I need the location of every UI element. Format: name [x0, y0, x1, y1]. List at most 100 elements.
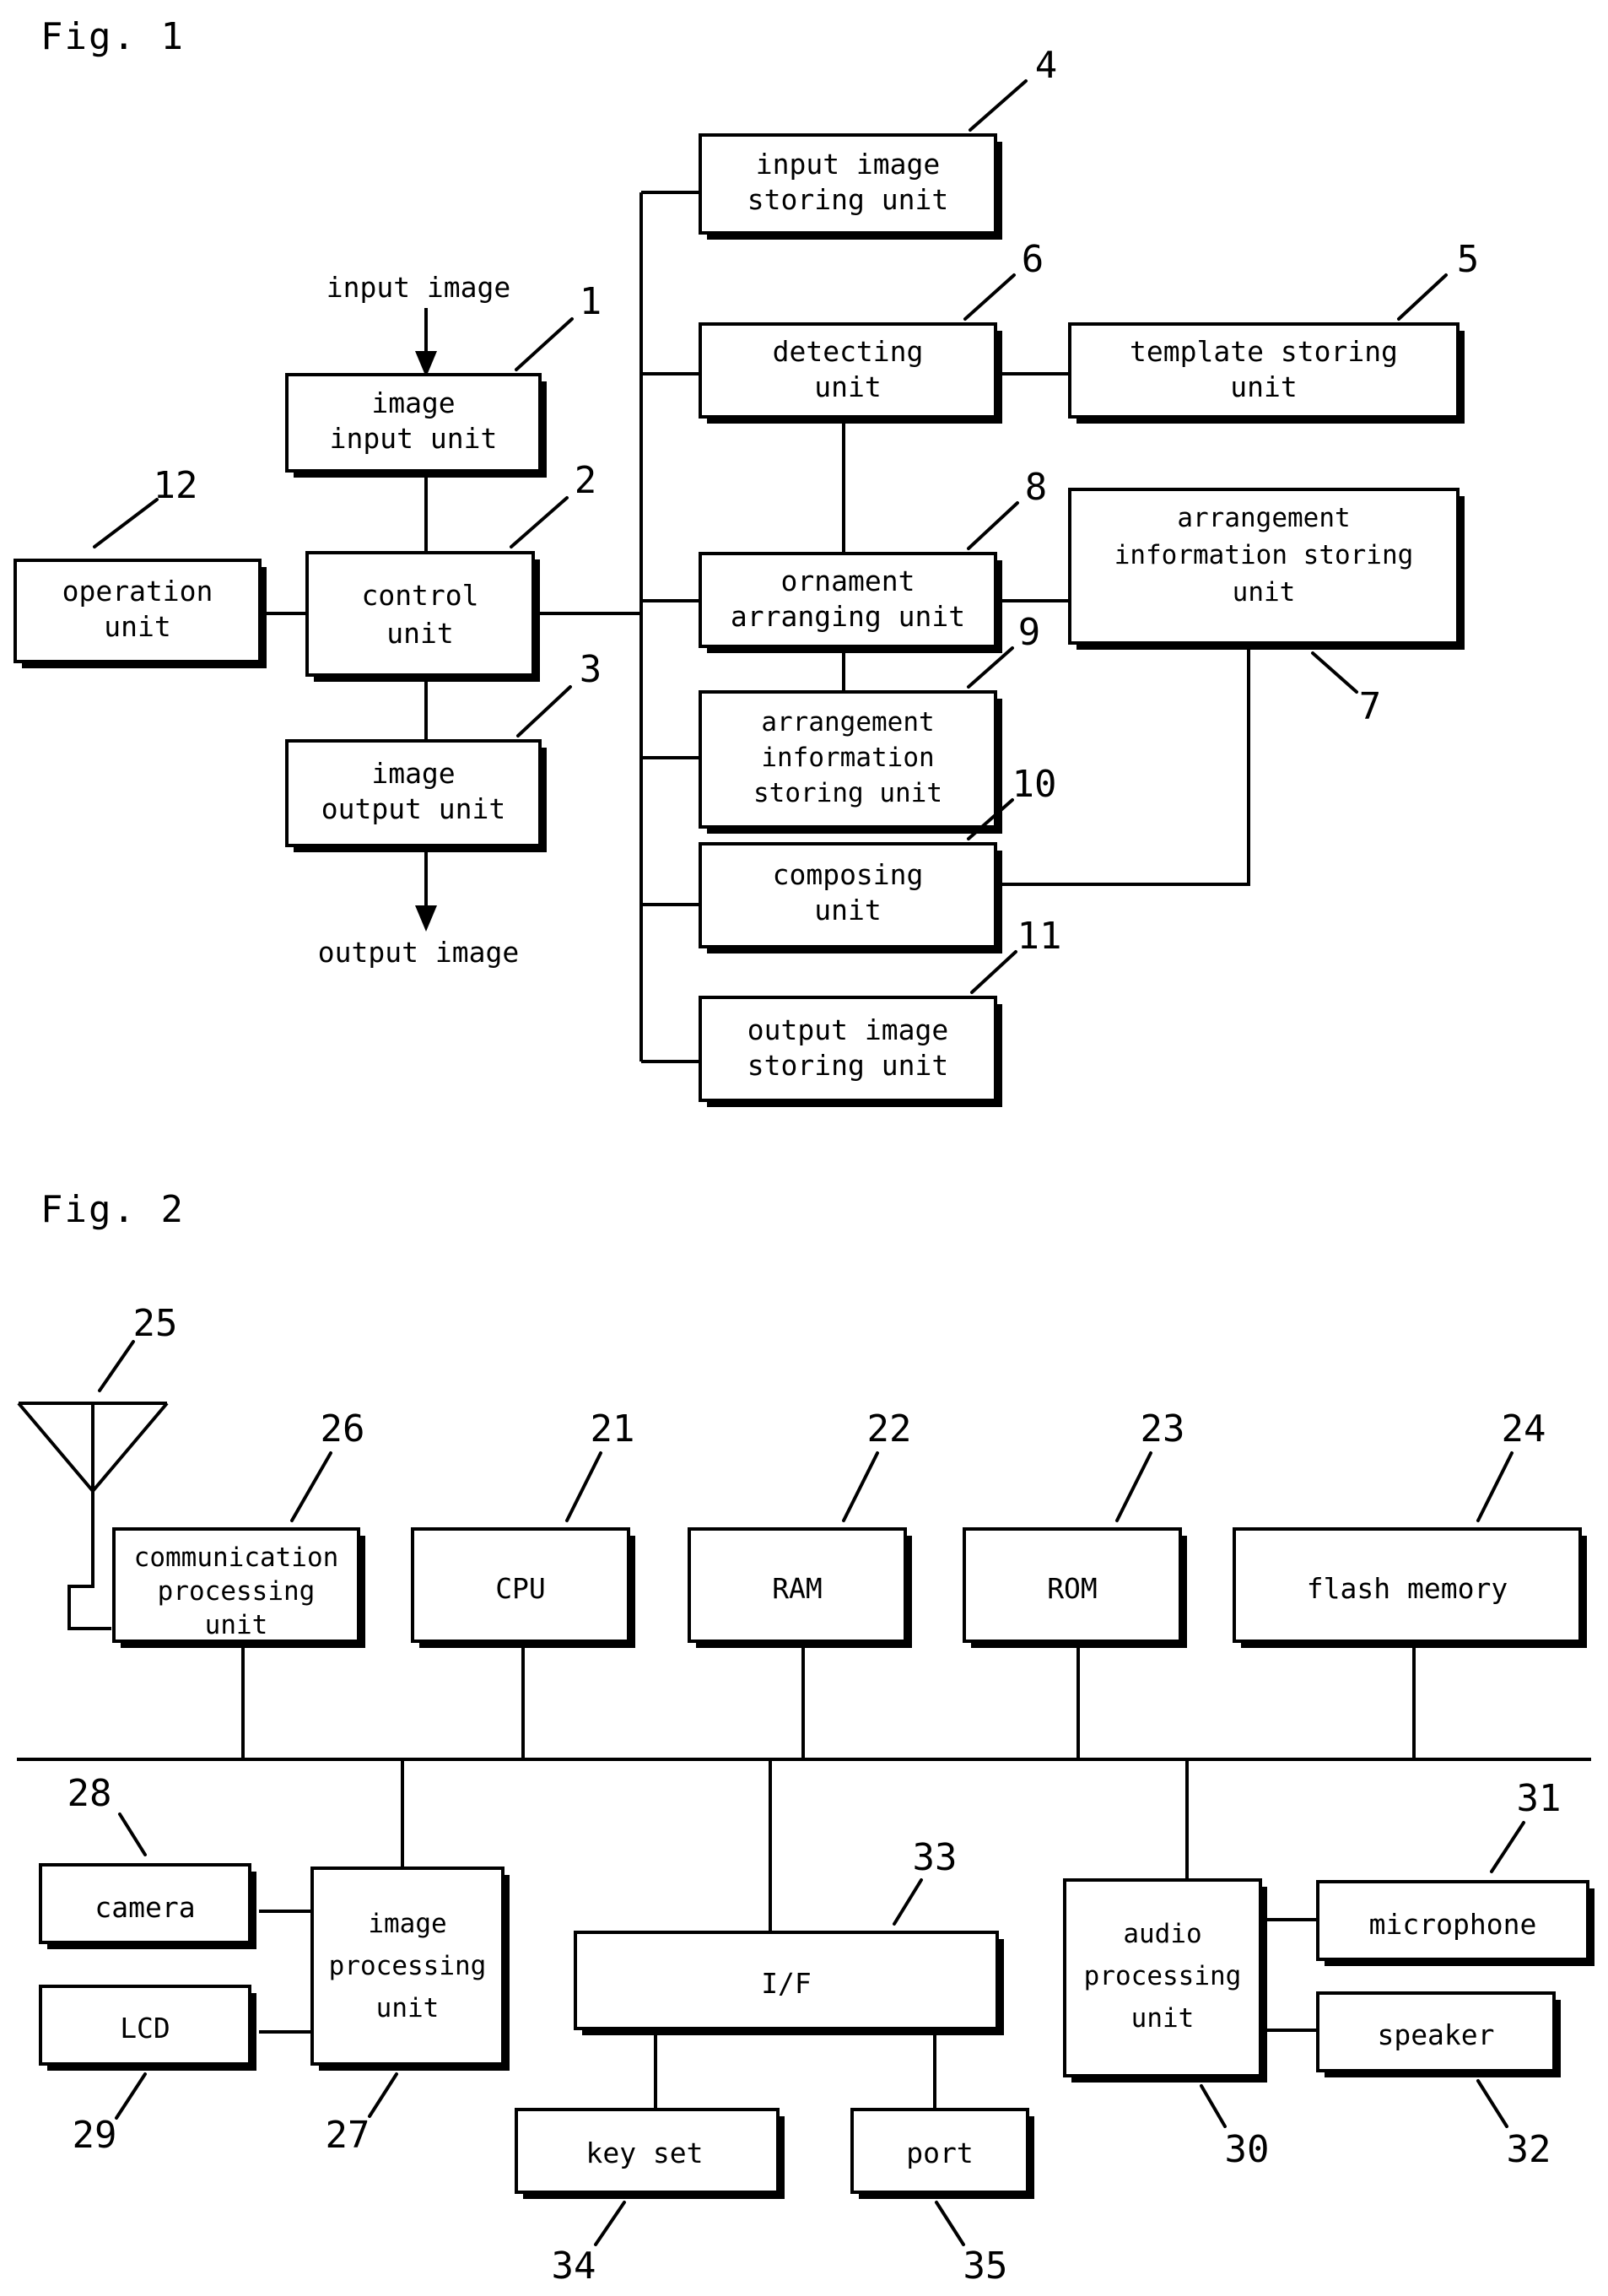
arrangement-info-7-line2: information storing	[1114, 540, 1414, 570]
flash-memory-label: flash memory	[1307, 1572, 1508, 1605]
ref-5: 5	[1397, 238, 1479, 321]
ref-8: 8	[967, 466, 1048, 550]
communication-unit-line3: unit	[205, 1610, 268, 1640]
composing-unit-line1: composing	[773, 858, 924, 891]
ref-label-34: 34	[552, 2245, 596, 2288]
image-processing-line3: unit	[376, 1993, 440, 2023]
audio-processing-line2: processing	[1084, 1961, 1242, 1991]
detecting-unit-line1: detecting	[773, 335, 924, 368]
ref-label-4: 4	[1035, 44, 1058, 87]
ref-label-23: 23	[1141, 1407, 1185, 1451]
composing-unit-line2: unit	[814, 894, 881, 927]
fig1-box-operation-unit[interactable]: operation unit	[13, 559, 267, 668]
fig1-box-image-input-unit[interactable]: image input unit	[285, 373, 547, 478]
ref-label-35: 35	[963, 2245, 1008, 2288]
fig2-box-microphone[interactable]: microphone	[1316, 1880, 1595, 1966]
fig2-box-image-processing-unit[interactable]: image processing unit	[310, 1867, 510, 2071]
communication-unit-line1: communication	[134, 1542, 339, 1573]
lcd-label: LCD	[120, 2012, 170, 2045]
fig1-box-arrangement-information-storing-unit-7[interactable]: arrangement information storing unit	[1068, 488, 1465, 650]
ref-21: 21	[565, 1407, 635, 1522]
camera-label: camera	[94, 1891, 195, 1924]
interface-label: I/F	[761, 1967, 812, 2000]
fig1-box-detecting-unit[interactable]: detecting unit	[699, 322, 1002, 424]
rom-label: ROM	[1047, 1572, 1098, 1605]
ref-label-24: 24	[1502, 1407, 1546, 1451]
output-image-storing-unit-line2: storing unit	[747, 1049, 948, 1082]
ref-28: 28	[67, 1772, 147, 1856]
ref-label-33: 33	[913, 1836, 958, 1879]
fig2-box-flash-memory[interactable]: flash memory	[1233, 1527, 1587, 1648]
ref-32: 32	[1476, 2079, 1551, 2171]
ref-label-11: 11	[1017, 915, 1062, 958]
ref-label-1: 1	[580, 280, 602, 323]
control-unit-line2: unit	[386, 617, 453, 650]
arrangement-info-7-line3: unit	[1233, 577, 1296, 608]
ref-label-8: 8	[1025, 466, 1048, 509]
ref-22: 22	[842, 1407, 911, 1522]
ref-label-27: 27	[326, 2114, 370, 2157]
fig2-box-speaker[interactable]: speaker	[1316, 1991, 1561, 2077]
ornament-arranging-unit-line2: arranging unit	[731, 600, 965, 633]
fig1-input-image-text: input image	[326, 271, 511, 304]
fig1-box-arrangement-information-storing-unit-9[interactable]: arrangement information storing unit	[699, 690, 1002, 834]
audio-processing-line1: audio	[1123, 1919, 1201, 1949]
cpu-label: CPU	[495, 1572, 546, 1605]
fig2-box-ram[interactable]: RAM	[688, 1527, 912, 1648]
ref-label-26: 26	[321, 1407, 365, 1451]
ref-label-21: 21	[591, 1407, 635, 1451]
audio-processing-line3: unit	[1131, 2003, 1195, 2034]
ref-4: 4	[969, 44, 1058, 132]
image-output-unit-line2: output unit	[321, 792, 506, 825]
fig2-box-key-set[interactable]: key set	[515, 2108, 785, 2199]
fig1-box-composing-unit[interactable]: composing unit	[699, 842, 1002, 954]
arrangement-info-7-line1: arrangement	[1177, 503, 1350, 533]
ref-label-2: 2	[575, 459, 597, 502]
ram-label: RAM	[772, 1572, 823, 1605]
operation-unit-line1: operation	[62, 575, 213, 608]
ref-23: 23	[1115, 1407, 1185, 1522]
detecting-unit-line2: unit	[814, 370, 881, 403]
fig1-output-arrow	[415, 852, 437, 932]
ref-24: 24	[1476, 1407, 1546, 1522]
operation-unit-line2: unit	[104, 610, 170, 643]
fig2-box-interface[interactable]: I/F	[574, 1931, 1004, 2035]
fig2-box-camera[interactable]: camera	[39, 1863, 256, 1949]
template-storing-unit-line2: unit	[1230, 370, 1297, 403]
fig1-box-input-image-storing-unit[interactable]: input image storing unit	[699, 133, 1002, 240]
fig2-box-cpu[interactable]: CPU	[411, 1527, 635, 1648]
ornament-arranging-unit-line1: ornament	[781, 565, 915, 597]
fig1-box-control-unit[interactable]: control unit	[305, 551, 540, 682]
ref-29: 29	[73, 2072, 147, 2157]
port-label: port	[906, 2137, 973, 2169]
fig1-box-output-image-storing-unit[interactable]: output image storing unit	[699, 996, 1002, 1107]
template-storing-unit-line1: template storing	[1130, 335, 1398, 368]
ref-label-9: 9	[1018, 611, 1041, 654]
fig2-box-port[interactable]: port	[850, 2108, 1034, 2199]
control-unit-line1: control	[361, 579, 478, 612]
fig2-box-communication-processing-unit[interactable]: communication processing unit	[112, 1527, 365, 1648]
ref-label-12: 12	[154, 464, 198, 507]
ref-30: 30	[1200, 2084, 1269, 2171]
fig2-box-lcd[interactable]: LCD	[39, 1985, 256, 2071]
ref-33: 33	[893, 1836, 958, 1926]
fig1-box-template-storing-unit[interactable]: template storing unit	[1068, 322, 1465, 424]
ref-12: 12	[93, 464, 198, 548]
speaker-label: speaker	[1377, 2018, 1494, 2051]
ref-34: 34	[552, 2201, 626, 2288]
patent-figures-svg: Fig. 1 operation unit 12 image input uni…	[13, 15, 1595, 2288]
fig2-box-rom[interactable]: ROM	[963, 1527, 1187, 1648]
fig1-box-image-output-unit[interactable]: image output unit	[285, 739, 547, 852]
ref-label-29: 29	[73, 2114, 117, 2157]
image-processing-line1: image	[368, 1909, 446, 1939]
fig1-input-arrow	[415, 308, 437, 377]
ref-26: 26	[290, 1407, 365, 1522]
fig2-box-audio-processing-unit[interactable]: audio processing unit	[1063, 1878, 1267, 2083]
communication-unit-line2: processing	[158, 1576, 316, 1607]
ref-35: 35	[935, 2201, 1008, 2288]
fig1-box-ornament-arranging-unit[interactable]: ornament arranging unit	[699, 552, 1002, 653]
input-image-storing-unit-line2: storing unit	[747, 183, 948, 216]
ref-label-7: 7	[1359, 685, 1382, 728]
output-image-storing-unit-line1: output image	[747, 1013, 948, 1046]
ref-label-28: 28	[67, 1772, 112, 1815]
